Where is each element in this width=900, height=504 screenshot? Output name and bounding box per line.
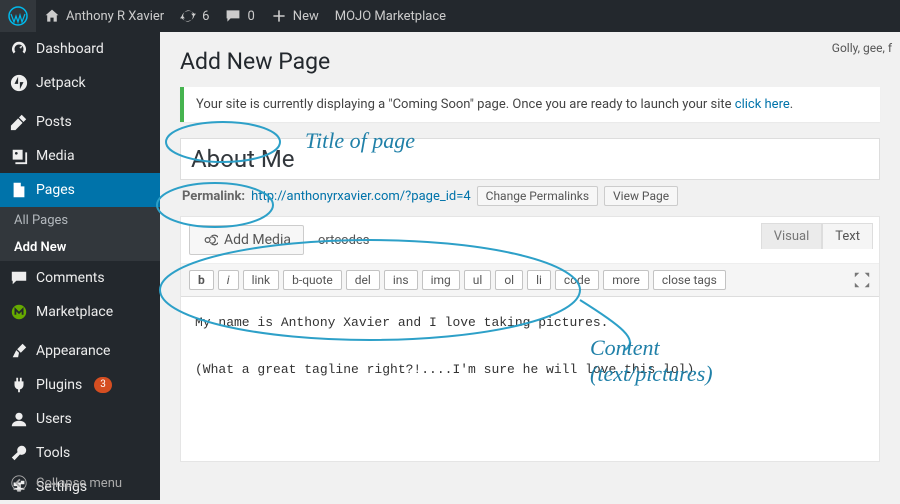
content-editor: Add Media ortcodes Visual Text b i link … bbox=[180, 216, 880, 462]
sidebar-item-users[interactable]: Users bbox=[0, 402, 160, 436]
sidebar-item-jetpack[interactable]: Jetpack bbox=[0, 66, 160, 100]
new-content-link[interactable]: New bbox=[263, 0, 327, 32]
comments-link[interactable]: 0 bbox=[217, 0, 262, 32]
mojo-marketplace-link[interactable]: MOJO Marketplace bbox=[327, 0, 454, 32]
qt-link[interactable]: link bbox=[243, 270, 280, 290]
qt-img[interactable]: img bbox=[422, 270, 460, 290]
qt-code[interactable]: code bbox=[555, 270, 599, 290]
qt-ins[interactable]: ins bbox=[384, 270, 418, 290]
change-permalinks-button[interactable]: Change Permalinks bbox=[477, 186, 598, 206]
sidebar-item-marketplace[interactable]: Marketplace bbox=[0, 295, 160, 329]
admin-sidebar: Dashboard Jetpack Posts Media Pages All … bbox=[0, 32, 160, 500]
sidebar-item-appearance[interactable]: Appearance bbox=[0, 334, 160, 368]
shortcodes-label[interactable]: ortcodes bbox=[318, 233, 370, 248]
wp-logo[interactable] bbox=[0, 0, 36, 32]
collapse-menu-button[interactable]: Collapse menu bbox=[0, 466, 160, 500]
permalink-url[interactable]: http://anthonyrxavier.com/?page_id=4 bbox=[251, 189, 471, 204]
coming-soon-notice: Your site is currently displaying a "Com… bbox=[180, 87, 880, 122]
page-title-input[interactable] bbox=[180, 138, 880, 180]
qt-closetags[interactable]: close tags bbox=[653, 270, 726, 290]
sidebar-item-plugins[interactable]: Plugins3 bbox=[0, 368, 160, 402]
add-media-button[interactable]: Add Media bbox=[189, 225, 304, 255]
qt-ul[interactable]: ul bbox=[464, 270, 492, 290]
sidebar-item-dashboard[interactable]: Dashboard bbox=[0, 32, 160, 66]
permalink-row: Permalink: http://anthonyrxavier.com/?pa… bbox=[182, 186, 878, 206]
editor-tab-visual[interactable]: Visual bbox=[761, 223, 823, 249]
fullscreen-icon[interactable] bbox=[853, 271, 871, 289]
pages-submenu: All Pages Add New bbox=[0, 207, 160, 261]
sidebar-item-comments[interactable]: Comments bbox=[0, 261, 160, 295]
comments-count: 0 bbox=[247, 9, 254, 24]
updates-link[interactable]: 6 bbox=[172, 0, 217, 32]
site-name-link[interactable]: Anthony R Xavier bbox=[36, 0, 172, 32]
view-page-button[interactable]: View Page bbox=[604, 186, 678, 206]
submenu-add-new[interactable]: Add New bbox=[0, 234, 160, 261]
sidebar-item-pages[interactable]: Pages bbox=[0, 173, 160, 207]
qt-ol[interactable]: ol bbox=[495, 270, 523, 290]
howdy-greeting[interactable]: Golly, gee, f bbox=[832, 41, 892, 55]
page-heading: Add New Page bbox=[180, 48, 880, 75]
qt-del[interactable]: del bbox=[346, 270, 380, 290]
sidebar-item-media[interactable]: Media bbox=[0, 139, 160, 173]
permalink-label: Permalink: bbox=[182, 189, 245, 204]
submenu-all-pages[interactable]: All Pages bbox=[0, 207, 160, 234]
qt-b[interactable]: b bbox=[189, 270, 214, 290]
editor-tab-text[interactable]: Text bbox=[822, 223, 873, 249]
content-textarea[interactable]: My name is Anthony Xavier and I love tak… bbox=[181, 297, 879, 461]
site-name: Anthony R Xavier bbox=[66, 9, 164, 24]
sidebar-item-posts[interactable]: Posts bbox=[0, 105, 160, 139]
updates-count: 6 bbox=[202, 9, 209, 24]
qt-bquote[interactable]: b-quote bbox=[283, 270, 342, 290]
new-label: New bbox=[293, 9, 319, 24]
launch-site-link[interactable]: click here bbox=[735, 97, 790, 112]
sidebar-item-tools[interactable]: Tools bbox=[0, 436, 160, 470]
qt-more[interactable]: more bbox=[603, 270, 649, 290]
qt-li[interactable]: li bbox=[527, 270, 551, 290]
qt-i[interactable]: i bbox=[218, 270, 239, 290]
plugin-update-badge: 3 bbox=[94, 377, 112, 393]
media-icon bbox=[202, 232, 218, 248]
quicktags-toolbar: b i link b-quote del ins img ul ol li co… bbox=[181, 264, 879, 297]
